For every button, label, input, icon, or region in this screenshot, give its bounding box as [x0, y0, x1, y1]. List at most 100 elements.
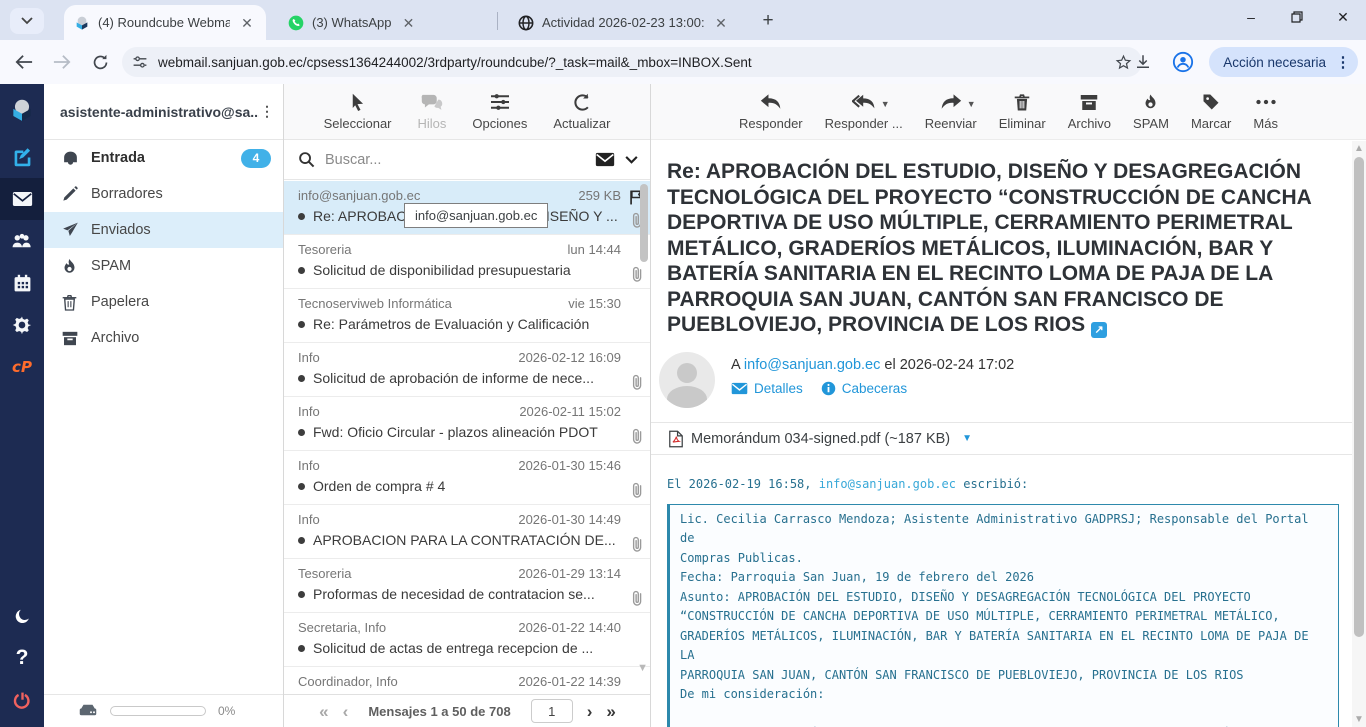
reply-label: Responder [739, 116, 803, 131]
recipient-address-link[interactable]: info@sanjuan.gob.ec [744, 357, 880, 373]
spam-button[interactable]: SPAM [1133, 91, 1169, 131]
tab-actividad[interactable]: Actividad 2026-02-23 13:00:00 ✕ [508, 5, 740, 40]
details-link[interactable]: Detalles [731, 381, 803, 396]
search-scope-icon[interactable] [595, 152, 615, 167]
message-row[interactable]: Info2026-01-30 14:49 APROBACION PARA LA … [284, 505, 651, 559]
first-page-icon[interactable]: « [319, 703, 328, 720]
message-row[interactable]: Tesorerialun 14:44 Solicitud de disponib… [284, 235, 651, 289]
tab-close-icon[interactable]: ✕ [238, 14, 256, 32]
forward-button[interactable]: ▼ Reenviar [925, 91, 977, 131]
quoted-sender-link[interactable]: info@sanjuan.gob.ec [819, 477, 956, 491]
profile-icon[interactable] [1169, 48, 1197, 76]
settings-gear-icon[interactable] [0, 304, 44, 346]
attachment-menu-caret-icon[interactable]: ▼ [962, 433, 972, 444]
attachment-name[interactable]: Memorándum 034-signed.pdf (~187 KB) [691, 431, 950, 447]
folder-borradores[interactable]: Borradores [44, 176, 283, 212]
help-icon[interactable]: ? [0, 637, 44, 679]
scroll-thumb[interactable] [1354, 157, 1364, 637]
tab-close-icon[interactable]: ✕ [399, 14, 417, 32]
tab-search-button[interactable] [10, 8, 44, 34]
pagination-label: Mensajes 1 a 50 de 708 [368, 704, 510, 719]
reply-button[interactable]: Responder [739, 91, 803, 131]
browser-menu-icon[interactable]: ⋮ [1334, 53, 1352, 71]
folder-enviados[interactable]: Enviados [44, 212, 283, 248]
calendar-icon[interactable] [0, 262, 44, 304]
tab-close-icon[interactable]: ✕ [712, 14, 730, 32]
scroll-up-icon[interactable]: ▲ [1354, 143, 1364, 154]
cpanel-icon[interactable]: cP [0, 346, 44, 388]
threads-button[interactable]: Hilos [418, 91, 447, 131]
select-button[interactable]: Seleccionar [324, 91, 392, 131]
message-sender: Info [298, 350, 510, 365]
delete-button[interactable]: Eliminar [999, 91, 1046, 131]
attachment-bar[interactable]: Memorándum 034-signed.pdf (~187 KB) ▼ [651, 422, 1353, 455]
folder-archivo[interactable]: Archivo [44, 320, 283, 356]
message-subject: Proformas de necesidad de contratacion s… [313, 586, 621, 602]
more-button[interactable]: Más [1253, 91, 1278, 131]
site-info-icon[interactable] [132, 54, 148, 70]
message-row[interactable]: Tesoreria2026-01-29 13:14 Proformas de n… [284, 559, 651, 613]
message-row[interactable]: Info2026-02-11 15:02 Fwd: Oficio Circula… [284, 397, 651, 451]
message-row[interactable]: info@sanjuan.gob.ec 259 KB Re: APROBACIÓ… [284, 181, 651, 235]
reader-scrollbar[interactable]: ▲ ▼ [1352, 141, 1366, 727]
search-input[interactable] [325, 152, 585, 168]
mail-nav-icon[interactable] [0, 178, 44, 220]
unread-dot [298, 375, 305, 382]
more-label: Más [1253, 116, 1278, 131]
refresh-button[interactable]: Actualizar [553, 91, 610, 131]
folder-entrada[interactable]: Entrada 4 [44, 140, 283, 176]
minimize-button[interactable]: – [1228, 0, 1274, 34]
external-link-icon[interactable]: ↗ [1091, 322, 1107, 338]
mark-button[interactable]: Marcar [1191, 91, 1231, 131]
folder-panel: asistente-administrativo@sa... ⋮ Entrada… [44, 84, 283, 727]
message-date: 2026-01-22 14:40 [518, 620, 621, 635]
downloads-icon[interactable] [1129, 48, 1157, 76]
list-scroll-down-icon[interactable]: ▼ [637, 662, 648, 674]
tab-roundcube[interactable]: (4) Roundcube Webmail :: Envia ✕ [64, 5, 266, 40]
message-row[interactable]: Info2026-01-30 15:46 Orden de compra # 4 [284, 451, 651, 505]
tab-whatsapp[interactable]: (3) WhatsApp ✕ [278, 5, 488, 40]
prev-page-icon[interactable]: ‹ [343, 703, 349, 720]
more-dots-icon [1256, 91, 1276, 113]
message-row[interactable]: Tecnoserviweb Informáticavie 15:30 Re: P… [284, 289, 651, 343]
folder-label: Archivo [91, 330, 271, 346]
close-window-button[interactable]: ✕ [1320, 0, 1366, 34]
next-page-icon[interactable]: › [587, 703, 593, 720]
scroll-down-icon[interactable]: ▼ [1354, 714, 1364, 725]
search-options-chevron-icon[interactable] [625, 156, 638, 164]
reload-icon[interactable] [86, 48, 114, 76]
page-number-input[interactable] [531, 699, 573, 723]
roundcube-favicon [74, 15, 90, 31]
forward-icon[interactable] [48, 48, 76, 76]
account-header[interactable]: asistente-administrativo@sa... ⋮ [44, 84, 283, 140]
archive-button[interactable]: Archivo [1068, 91, 1111, 131]
dark-mode-icon[interactable] [0, 595, 44, 637]
forward-caret-icon[interactable]: ▼ [967, 99, 976, 109]
restore-button[interactable] [1274, 0, 1320, 34]
options-button[interactable]: Opciones [472, 91, 527, 131]
message-row[interactable]: Secretaria, Info2026-01-22 14:40 Solicit… [284, 613, 651, 667]
reply-all-button[interactable]: ▼ Responder ... [825, 91, 903, 131]
omnibox[interactable]: webmail.sanjuan.gob.ec/cpsess1364244002/… [122, 47, 1142, 77]
compose-icon[interactable] [0, 136, 44, 178]
logout-icon[interactable] [0, 679, 44, 721]
contacts-icon[interactable] [0, 220, 44, 262]
headers-link[interactable]: Cabeceras [821, 381, 907, 396]
recipient-line: A info@sanjuan.gob.ec el 2026-02-24 17:0… [731, 357, 1014, 373]
back-icon[interactable] [10, 48, 38, 76]
list-scrollbar[interactable] [640, 184, 648, 262]
account-menu-icon[interactable]: ⋮ [259, 103, 275, 120]
reply-all-caret-icon[interactable]: ▼ [881, 99, 890, 109]
message-sender: Info [298, 458, 510, 473]
message-row[interactable]: Info2026-02-12 16:09 Solicitud de aproba… [284, 343, 651, 397]
unread-dot [298, 213, 305, 220]
folder-papelera[interactable]: Papelera [44, 284, 283, 320]
folder-label: Entrada [91, 150, 229, 166]
action-needed-button[interactable]: Acción necesaria ⋮ [1209, 47, 1358, 77]
last-page-icon[interactable]: » [606, 703, 615, 720]
new-tab-button[interactable]: + [756, 9, 780, 33]
folder-spam[interactable]: SPAM [44, 248, 283, 284]
message-row[interactable]: Coordinador, Info2026-01-22 14:39 [284, 667, 651, 694]
message-date: lun 14:44 [568, 242, 622, 257]
roundcube-logo[interactable] [0, 84, 44, 136]
